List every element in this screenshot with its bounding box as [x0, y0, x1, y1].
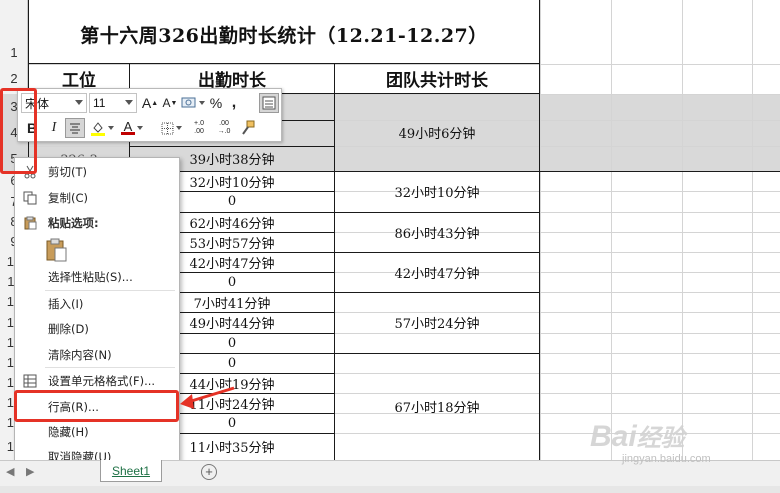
menu-item-label: 设置单元格格式(F)... [48, 374, 156, 388]
arrow-annotation-icon [180, 386, 235, 409]
menu-item-paste-options: 粘贴选项: [15, 213, 179, 233]
menu-separator [45, 290, 175, 291]
format-painter-button[interactable] [238, 118, 258, 138]
mini-toolbar: 宋体 11 A ▲ A ▼ % , B I A +.0.00 .00 →.0 [17, 88, 282, 142]
add-sheet-button[interactable]: + [201, 464, 217, 480]
font-color-swatch [121, 132, 135, 135]
italic-button[interactable]: I [45, 118, 63, 138]
paintbrush-icon [242, 120, 255, 135]
menu-item-label: 隐藏(H) [48, 425, 89, 439]
center-align-icon [70, 123, 80, 134]
column-divider [752, 0, 753, 460]
grow-font-button[interactable]: A ▲ [141, 93, 159, 113]
menu-item-label: 粘贴选项: [48, 216, 99, 230]
chevron-down-icon [137, 126, 143, 130]
menu-item-cut[interactable]: 剪切(T) [15, 162, 179, 182]
menu-item-format-cells[interactable]: 设置单元格格式(F)... [15, 371, 179, 391]
paint-bucket-icon [91, 122, 105, 136]
tab-nav-left-icon[interactable]: ◀ [6, 465, 14, 478]
menu-item-label: 清除内容(N) [48, 348, 112, 362]
tab-nav-right-icon[interactable]: ▶ [26, 465, 34, 478]
chevron-down-icon [108, 126, 114, 130]
comma-style-button[interactable]: , [227, 93, 241, 113]
column-divider [682, 0, 683, 460]
chevron-down-icon [175, 126, 182, 130]
menu-separator [45, 367, 175, 368]
menu-item-label: 删除(D) [48, 322, 89, 336]
team-total-cell[interactable]: 32小时10分钟 [335, 171, 539, 212]
paste-icon [24, 216, 37, 230]
fill-color-button[interactable] [89, 118, 115, 138]
decrease-decimal-bottom: →.0 [217, 128, 231, 135]
team-total-cell[interactable]: 57小时24分钟 [335, 292, 539, 353]
menu-item-label: 插入(I) [48, 297, 84, 311]
decrease-decimal-button[interactable]: .00 →.0 [212, 116, 236, 140]
highlight-box-row-headers [0, 88, 37, 174]
watermark-brand: Bai经验 [590, 418, 685, 454]
team-total-cell[interactable]: 42小时47分钟 [335, 252, 539, 292]
menu-item-insert[interactable]: 插入(I) [15, 294, 179, 314]
menu-item-hide[interactable]: 隐藏(H) [15, 422, 179, 442]
menu-item-copy[interactable]: 复制(C) [15, 188, 179, 208]
context-menu: 剪切(T) 复制(C) 粘贴选项: 选择性粘贴(S)... 插入(I) 删除(D… [14, 157, 180, 470]
chevron-down-icon [199, 101, 205, 105]
format-cells-icon [23, 374, 37, 388]
accounting-format-button[interactable] [181, 93, 205, 113]
shrink-font-button[interactable]: A ▼ [161, 93, 179, 113]
menu-item-paste-special[interactable]: 选择性粘贴(S)... [15, 267, 179, 287]
paste-option-icon[interactable] [45, 238, 67, 262]
team-total-cell[interactable]: 67小时18分钟 [335, 353, 539, 460]
grow-font-label: A [141, 95, 152, 111]
copy-icon [23, 191, 37, 205]
decrease-decimal-top: .00 [219, 120, 229, 127]
font-color-button[interactable]: A [119, 118, 145, 138]
table-border [539, 0, 540, 460]
watermark-brand-text: Bai [590, 420, 637, 453]
percent-button[interactable]: % [207, 93, 225, 113]
increase-decimal-top: +.0 [194, 120, 204, 127]
chevron-down-icon [125, 100, 133, 105]
team-total-cell[interactable]: 49小时6分钟 [335, 94, 539, 171]
shrink-font-label: A [162, 96, 171, 110]
wrap-merge-button[interactable] [259, 93, 279, 113]
tab-sheet1[interactable]: Sheet1 [100, 460, 162, 482]
menu-item-label: 复制(C) [48, 191, 89, 205]
font-size-value: 11 [93, 96, 106, 110]
borders-icon [161, 122, 173, 134]
font-color-letter: A [123, 119, 133, 134]
increase-decimal-bottom: .00 [194, 128, 204, 135]
menu-item-delete[interactable]: 删除(D) [15, 319, 179, 339]
increase-decimal-button[interactable]: +.0.00 [188, 116, 210, 140]
watermark-brand-tail: 经验 [636, 425, 685, 452]
watermark-url: jingyan.baidu.com [622, 453, 711, 465]
chevron-down-icon [75, 100, 83, 105]
column-divider [611, 0, 612, 460]
sheet-title[interactable]: 第十六周326出勤时长统计（12.21-12.27） [29, 5, 539, 63]
menu-item-label: 剪切(T) [48, 165, 87, 179]
header-team-total[interactable]: 团队共计时长 [335, 64, 539, 93]
center-align-button[interactable] [65, 118, 85, 138]
currency-icon [181, 97, 196, 108]
row-header[interactable]: 1 [0, 0, 28, 64]
borders-button[interactable] [159, 118, 183, 138]
team-total-cell[interactable]: 86小时43分钟 [335, 212, 539, 252]
menu-item-clear-contents[interactable]: 清除内容(N) [15, 345, 179, 365]
font-size-select[interactable]: 11 [89, 93, 137, 113]
column-divider [540, 0, 541, 460]
highlight-box-row-height [14, 390, 179, 422]
menu-item-label: 选择性粘贴(S)... [48, 270, 133, 284]
status-bar [0, 486, 780, 493]
align-lines-icon [262, 96, 276, 110]
